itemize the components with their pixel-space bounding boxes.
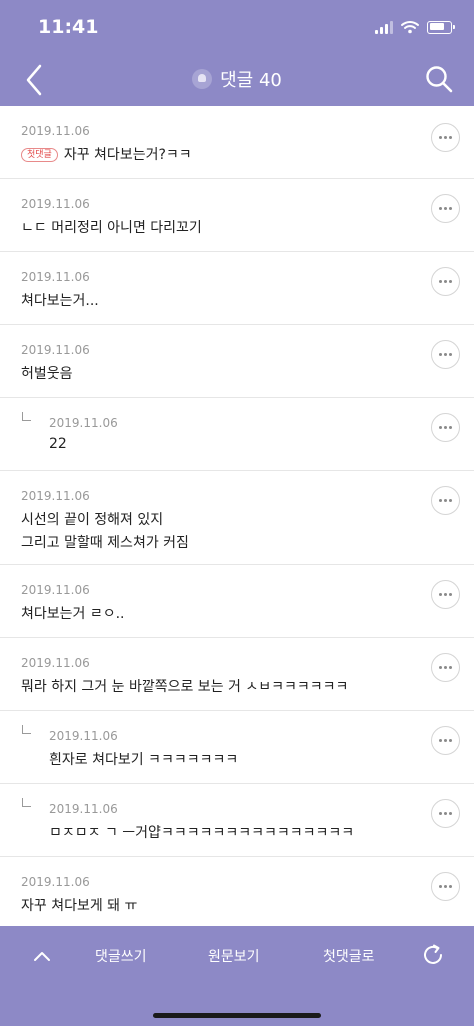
- comment-date: 2019.11.06: [21, 124, 90, 138]
- comment-text: 쳐다보는거...: [21, 293, 99, 309]
- comment-text: 허벌웃음: [21, 366, 73, 382]
- comment-more-button[interactable]: [431, 872, 460, 901]
- write-comment-button[interactable]: 댓글쓰기: [95, 946, 147, 966]
- cellular-signal-icon: [375, 20, 393, 34]
- reply-item: 2019.11.06 ㅁㅈㅁㅈ ㄱ ㅡ거얍ㅋㅋㅋㅋㅋㅋㅋㅋㅋㅋㅋㅋㅋㅋㅋ: [0, 784, 474, 857]
- first-comment-button[interactable]: 첫댓글로: [323, 946, 375, 966]
- chevron-up-icon: [34, 952, 50, 961]
- comment-date: 2019.11.06: [21, 343, 90, 357]
- comment-item: 2019.11.06 허벌웃음: [0, 325, 474, 398]
- comment-date: 2019.11.06: [49, 729, 118, 743]
- comment-text: 자꾸 쳐다보게 돼 ㅠ: [21, 898, 138, 914]
- status-time: 11:41: [38, 16, 99, 38]
- reply-arrow-icon: [22, 412, 31, 421]
- comment-date: 2019.11.06: [21, 270, 90, 284]
- comment-date: 2019.11.06: [21, 875, 90, 889]
- comment-text: 쳐다보는거 ㄹㅇ..: [21, 606, 125, 622]
- comment-more-button[interactable]: [431, 799, 460, 828]
- bell-icon: [192, 69, 213, 89]
- comment-text: 흰자로 쳐다보기 ㅋㅋㅋㅋㅋㅋㅋ: [49, 752, 239, 768]
- refresh-button[interactable]: [420, 942, 446, 968]
- comment-more-button[interactable]: [431, 580, 460, 609]
- page-title-text: 댓글 40: [220, 70, 282, 91]
- comment-item: 2019.11.06 쳐다보는거 ㄹㅇ..: [0, 565, 474, 638]
- bottom-toolbar: 댓글쓰기 원문보기 첫댓글로: [0, 926, 474, 1026]
- comment-text: 뭐라 하지 그거 눈 바깥쪽으로 보는 거 ㅅㅂㅋㅋㅋㅋㅋㅋ: [21, 679, 349, 695]
- search-icon: [426, 66, 453, 93]
- reply-item: 2019.11.06 흰자로 쳐다보기 ㅋㅋㅋㅋㅋㅋㅋ: [0, 711, 474, 784]
- reply-arrow-icon: [22, 725, 31, 734]
- comment-item: 2019.11.06 첫댓글 자꾸 쳐다보는거?ㅋㅋ: [0, 106, 474, 179]
- comment-more-button[interactable]: [431, 726, 460, 755]
- reply-arrow-icon: [22, 798, 31, 807]
- scroll-top-button[interactable]: [30, 944, 54, 968]
- comment-more-button[interactable]: [431, 340, 460, 369]
- first-comment-badge: 첫댓글: [21, 148, 58, 162]
- wifi-icon: [401, 21, 419, 34]
- search-button[interactable]: [424, 64, 454, 94]
- app-header: 11:41 댓글 40: [0, 0, 474, 106]
- comment-list: 2019.11.06 첫댓글 자꾸 쳐다보는거?ㅋㅋ 2019.11.06 ㄴㄷ …: [0, 106, 474, 931]
- comment-more-button[interactable]: [431, 194, 460, 223]
- comment-more-button[interactable]: [431, 486, 460, 515]
- comment-text: ㄴㄷ 머리정리 아니면 다리꼬기: [21, 220, 202, 236]
- comment-date: 2019.11.06: [49, 416, 118, 430]
- comment-more-button[interactable]: [431, 267, 460, 296]
- comment-item: 2019.11.06 시선의 끝이 정해져 있지 그리고 말할때 제스쳐가 커짐: [0, 471, 474, 565]
- comment-date: 2019.11.06: [21, 197, 90, 211]
- reply-item: 2019.11.06 22: [0, 398, 474, 471]
- comment-date: 2019.11.06: [21, 583, 90, 597]
- comment-item: 2019.11.06 뭐라 하지 그거 눈 바깥쪽으로 보는 거 ㅅㅂㅋㅋㅋㅋㅋ…: [0, 638, 474, 711]
- comment-more-button[interactable]: [431, 123, 460, 152]
- comment-text-content: 자꾸 쳐다보는거?ㅋㅋ: [63, 147, 192, 163]
- refresh-icon: [424, 944, 442, 964]
- page-title: 댓글 40: [0, 66, 474, 92]
- comment-item: 2019.11.06 쳐다보는거...: [0, 252, 474, 325]
- comment-date: 2019.11.06: [21, 489, 90, 503]
- comment-item: 2019.11.06 자꾸 쳐다보게 돼 ㅠ: [0, 857, 474, 931]
- comment-text: 22: [49, 436, 67, 452]
- comment-item: 2019.11.06 ㄴㄷ 머리정리 아니면 다리꼬기: [0, 179, 474, 252]
- comment-text-line-1: 시선의 끝이 정해져 있지: [21, 512, 164, 528]
- comment-date: 2019.11.06: [49, 802, 118, 816]
- status-icons: [375, 18, 455, 36]
- comment-text: ㅁㅈㅁㅈ ㄱ ㅡ거얍ㅋㅋㅋㅋㅋㅋㅋㅋㅋㅋㅋㅋㅋㅋㅋ: [49, 825, 355, 841]
- comment-more-button[interactable]: [431, 413, 460, 442]
- comment-text-line-2: 그리고 말할때 제스쳐가 커짐: [21, 535, 189, 551]
- comment-text: 첫댓글 자꾸 쳐다보는거?ㅋㅋ: [21, 144, 192, 164]
- battery-icon: [427, 20, 455, 34]
- comment-more-button[interactable]: [431, 653, 460, 682]
- home-indicator[interactable]: [153, 1013, 321, 1018]
- comment-date: 2019.11.06: [21, 656, 90, 670]
- view-original-button[interactable]: 원문보기: [208, 946, 260, 966]
